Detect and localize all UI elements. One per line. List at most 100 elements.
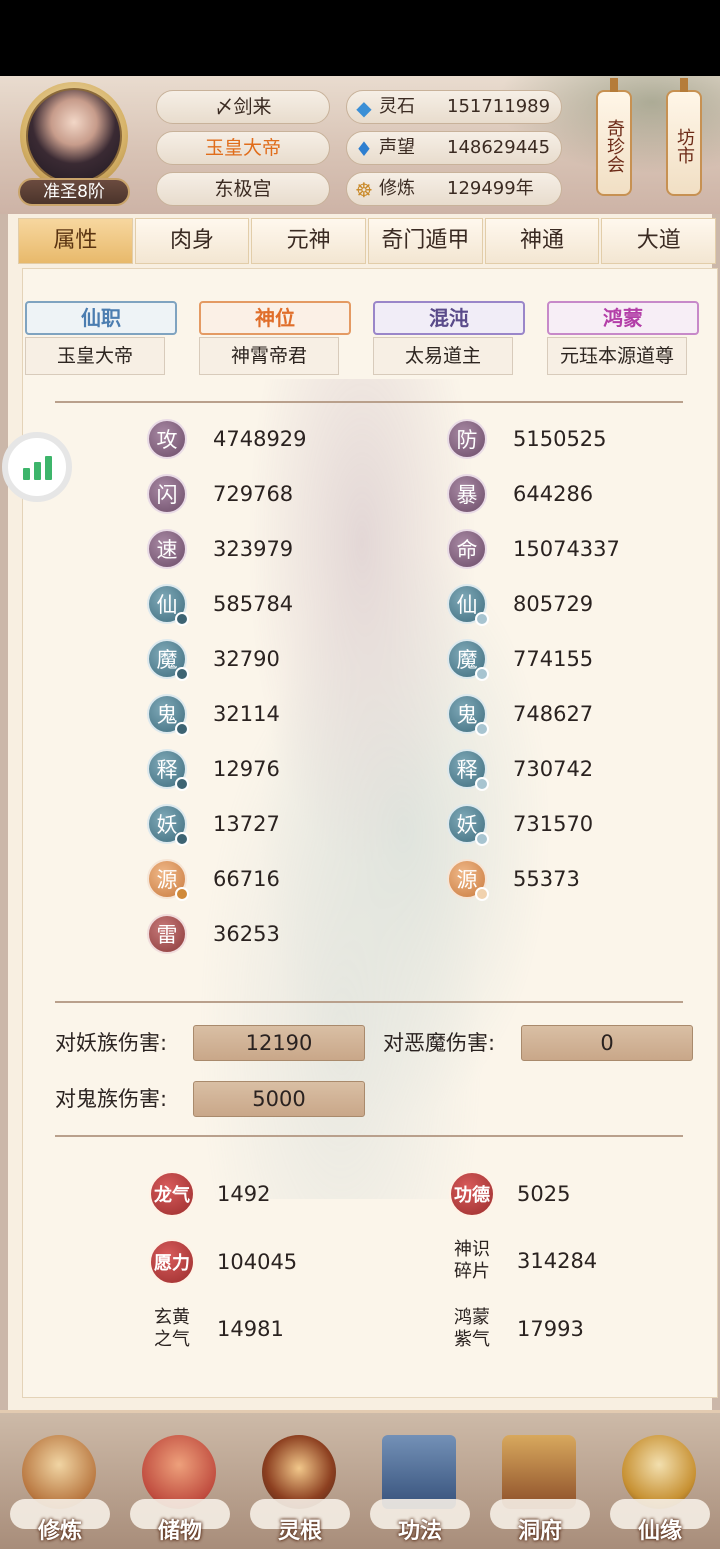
xuanhuang-qi-label: 玄黄之气 — [154, 1307, 190, 1350]
title-card-hongmeng[interactable]: 鸿蒙 元珏本源道尊 — [537, 301, 699, 377]
stat-crit: 暴 644286 — [447, 472, 593, 516]
stat-icon: 魔 — [447, 639, 489, 681]
bar-chart-icon — [22, 468, 30, 480]
resource-label: 修炼 — [379, 178, 415, 199]
player-header: 准圣8阶 〆剑来 玉皇大帝 东极宫 ◆ 灵石 151711989 ♦ 声望 14… — [0, 76, 720, 214]
resource-value: 151711989 — [447, 96, 551, 117]
stat-dodge: 闪 729768 — [147, 472, 293, 516]
stat-source-attack: 源 66716 — [147, 857, 280, 901]
stat-value: 55373 — [513, 867, 580, 891]
stat-icon: 妖 — [447, 804, 489, 846]
energy-soul-fragment: 神识碎片 314284 — [449, 1231, 597, 1291]
nav-label: 储物 — [157, 1519, 202, 1544]
spirit-root-icon — [262, 1435, 336, 1509]
stat-value: 805729 — [513, 592, 594, 616]
player-name[interactable]: 〆剑来 — [156, 90, 330, 124]
stat-ghost-defense: 鬼 748627 — [447, 692, 593, 736]
stat-icon: 释 — [447, 749, 489, 791]
player-title[interactable]: 玉皇大帝 — [156, 131, 330, 165]
stat-icon: 鬼 — [147, 694, 189, 736]
resource-value: 129499年 — [447, 178, 534, 199]
signal-stats-button[interactable] — [2, 432, 72, 502]
resource-spirit-stone[interactable]: ◆ 灵石 151711989 — [346, 90, 562, 124]
title-card-xianzhi[interactable]: 仙职 玉皇大帝 — [23, 301, 177, 377]
nav-storage[interactable]: 储物 — [120, 1413, 240, 1549]
nav-fate[interactable]: 仙缘 — [600, 1413, 720, 1549]
tab-dao[interactable]: 大道 — [601, 218, 717, 264]
rank-badge: 准圣8阶 — [18, 178, 130, 206]
resource-prestige[interactable]: ♦ 声望 148629445 — [346, 131, 562, 165]
tab-spirit[interactable]: 元神 — [251, 218, 367, 264]
stat-yao-attack: 妖 13727 — [147, 802, 280, 846]
nav-label: 仙缘 — [637, 1519, 682, 1544]
stat-value: 4748929 — [213, 427, 307, 451]
title-card-hundun[interactable]: 混沌 太易道主 — [363, 301, 525, 377]
attack-badge-icon — [175, 612, 189, 626]
gourd-icon — [622, 1435, 696, 1509]
damage-value-ghost: 5000 — [193, 1081, 365, 1117]
divider — [55, 1001, 683, 1003]
energy-hongmeng-purple-qi: 鸿蒙紫气 17993 — [449, 1299, 584, 1359]
energy-value: 314284 — [517, 1249, 598, 1273]
tab-bar: 属性 肉身 元神 奇门遁甲 神通 大道 — [18, 218, 718, 270]
stat-icon: 鬼 — [447, 694, 489, 736]
stat-value: 5150525 — [513, 427, 607, 451]
stat-icon: 源 — [447, 859, 489, 901]
attack-badge-icon — [175, 887, 189, 901]
energy-value: 104045 — [217, 1250, 298, 1274]
stat-icon: 攻 — [147, 419, 187, 459]
defense-badge-icon — [475, 777, 489, 791]
defense-badge-icon — [475, 612, 489, 626]
hongmeng-purple-qi-label: 鸿蒙紫气 — [454, 1307, 490, 1350]
damage-label-yao: 对妖族伤害: — [55, 1031, 168, 1055]
stat-value: 585784 — [213, 592, 294, 616]
attack-badge-icon — [175, 667, 189, 681]
stat-attack: 攻 4748929 — [147, 417, 307, 461]
attack-badge-icon — [175, 832, 189, 846]
tab-attributes[interactable]: 属性 — [18, 218, 133, 264]
nav-cultivate[interactable]: 修炼 — [0, 1413, 120, 1549]
stat-value: 731570 — [513, 812, 594, 836]
title-value: 太易道主 — [373, 337, 513, 375]
cultivate-icon — [22, 1435, 96, 1509]
damage-value-demon: 0 — [521, 1025, 693, 1061]
prestige-icon: ♦ — [355, 137, 373, 161]
treasure-shop-button[interactable]: 奇珍会 — [596, 78, 632, 196]
tab-qimen[interactable]: 奇门遁甲 — [368, 218, 483, 264]
avatar-frame[interactable] — [20, 82, 128, 190]
stat-demon-attack: 魔 32790 — [147, 637, 280, 681]
storage-bag-icon — [142, 1435, 216, 1509]
tab-abilities[interactable]: 神通 — [484, 218, 600, 264]
tab-body[interactable]: 肉身 — [134, 218, 250, 264]
nav-techniques[interactable]: 功法 — [360, 1413, 480, 1549]
title-type: 混沌 — [373, 301, 525, 335]
stat-buddha-attack: 释 12976 — [147, 747, 280, 791]
pavilion-icon — [502, 1435, 576, 1509]
stat-icon: 源 — [147, 859, 189, 901]
title-type: 神位 — [199, 301, 351, 335]
avatar[interactable] — [26, 88, 122, 184]
nav-cave-abode[interactable]: 洞府 — [480, 1413, 600, 1549]
attribute-content: 仙职 玉皇大帝 神位 神霄帝君 混沌 太易道主 鸿蒙 元珏本源道尊 攻 4748… — [22, 268, 718, 1398]
energy-value: 14981 — [217, 1317, 284, 1341]
player-palace[interactable]: 东极宫 — [156, 172, 330, 206]
stat-icon: 暴 — [447, 474, 487, 514]
damage-label-demon: 对恶魔伤害: — [383, 1031, 496, 1055]
energy-dragon-qi: 龙气 1492 — [149, 1169, 270, 1219]
stat-icon: 仙 — [447, 584, 489, 626]
energy-value: 17993 — [517, 1317, 584, 1341]
stat-value: 729768 — [213, 482, 294, 506]
resource-value: 148629445 — [447, 137, 551, 158]
stat-value: 748627 — [513, 702, 594, 726]
stat-defense: 防 5150525 — [447, 417, 607, 461]
energy-willpower: 愿力 104045 — [149, 1237, 297, 1287]
market-button[interactable]: 坊市 — [666, 78, 702, 196]
stat-value: 12976 — [213, 757, 280, 781]
title-card-shenwei[interactable]: 神位 神霄帝君 — [189, 301, 351, 377]
stat-value: 323979 — [213, 537, 294, 561]
stat-yao-defense: 妖 731570 — [447, 802, 593, 846]
divider — [55, 401, 683, 403]
nav-spirit-root[interactable]: 灵根 — [240, 1413, 360, 1549]
stat-value: 32790 — [213, 647, 280, 671]
resource-cultivation[interactable]: ☸ 修炼 129499年 — [346, 172, 562, 206]
